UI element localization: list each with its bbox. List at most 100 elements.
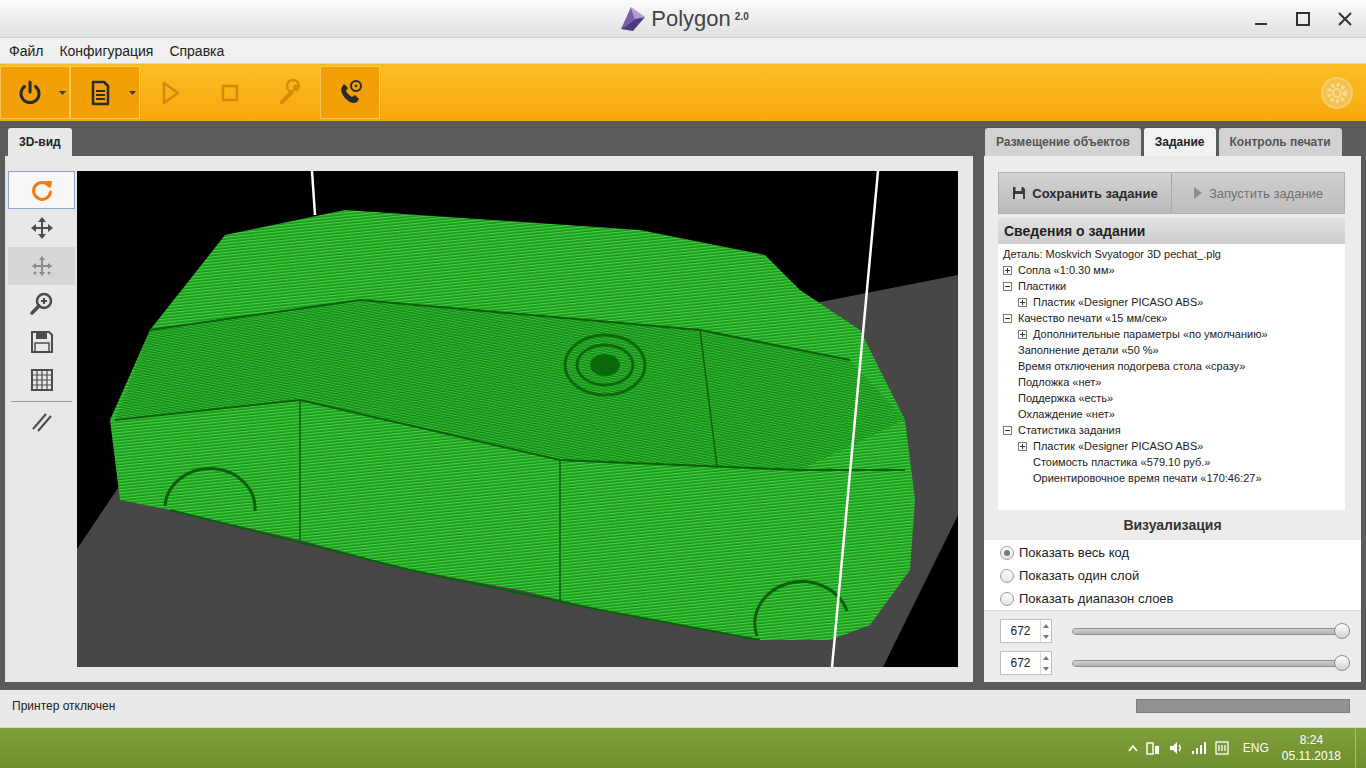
minimize-icon[interactable] — [1240, 1, 1282, 37]
layer-spinbox[interactable]: 672 — [1000, 651, 1052, 675]
model-3d-view[interactable] — [77, 171, 958, 667]
menu-item[interactable]: Конфигурация — [51, 43, 161, 59]
tree-text: Пластик «Designer PICASO ABS» — [1033, 296, 1203, 308]
toolbar-button[interactable] — [320, 66, 380, 119]
speaker-icon[interactable] — [1168, 740, 1184, 756]
view-tool[interactable] — [8, 361, 75, 399]
layer-value: 672 — [1001, 620, 1040, 642]
device-icon[interactable] — [1145, 740, 1161, 756]
window-controls — [1240, 1, 1366, 37]
mode-label: Показать один слой — [1019, 568, 1139, 583]
slider-thumb[interactable] — [1334, 655, 1350, 671]
button-content — [275, 78, 305, 108]
button-label: Запустить задание — [1209, 186, 1323, 201]
dropdown-arrow-icon[interactable] — [129, 90, 136, 96]
tree-text: Деталь: Moskvich Svyatogor 3D pechat_.pl… — [1003, 248, 1221, 260]
spin-up-icon[interactable] — [1041, 620, 1051, 631]
radio-button[interactable] — [1000, 546, 1014, 560]
title-bar: Polygon2.0 — [0, 0, 1366, 38]
expand-icon[interactable] — [1018, 298, 1027, 307]
tree-row: Заполнение детали «50 %» — [998, 342, 1345, 358]
slider-thumb[interactable] — [1334, 623, 1350, 639]
view-tool[interactable] — [8, 171, 75, 209]
show-desktop-button[interactable] — [1355, 728, 1360, 768]
tree-row[interactable]: Качество печати «15 мм/сек» — [998, 310, 1345, 326]
minus-bar — [1005, 430, 1010, 431]
spin-down-icon[interactable] — [1041, 663, 1051, 674]
tree-row: Ориентировочное время печати «170:46:27» — [998, 470, 1345, 486]
clock-date: 05.11.2018 — [1282, 748, 1341, 764]
tree-row: Деталь: Moskvich Svyatogor 3D pechat_.pl… — [998, 246, 1345, 262]
printer-status: Принтер отключен — [0, 690, 115, 713]
clock[interactable]: 8:2405.11.2018 — [1282, 732, 1341, 764]
view-tool[interactable] — [8, 209, 75, 247]
network-icon[interactable] — [1191, 740, 1207, 756]
mode-label: Показать весь код — [1019, 545, 1129, 560]
app-logo: Polygon2.0 — [617, 5, 748, 33]
button-content — [15, 78, 66, 108]
panel-tab[interactable]: Контроль печати — [1219, 128, 1342, 156]
tree-row[interactable]: Пластик «Designer PICASO ABS» — [998, 294, 1345, 310]
sync-tray-icon[interactable] — [1214, 740, 1230, 756]
document-icon — [85, 78, 115, 108]
tab-label: 3D-вид — [19, 135, 61, 149]
spin-down-icon[interactable] — [1041, 631, 1051, 642]
tree-text: Статистика задания — [1018, 424, 1121, 436]
expand-icon[interactable] — [1018, 442, 1027, 451]
mode-option[interactable]: Показать один слой — [1000, 564, 1361, 587]
radio-button[interactable] — [1000, 569, 1014, 583]
layer-slider[interactable] — [1072, 660, 1347, 667]
view-tool[interactable] — [8, 403, 75, 441]
play-icon — [1193, 186, 1203, 200]
plus-bar — [1022, 332, 1023, 337]
mode-option[interactable]: Показать диапазон слоев — [1000, 587, 1361, 610]
job-panel: Размещение объектов Задание Контроль печат… — [984, 128, 1361, 682]
tree-row[interactable]: Сопла «1:0.30 мм» — [998, 262, 1345, 278]
button-label: Сохранить задание — [1032, 186, 1157, 201]
collapse-icon[interactable] — [1003, 314, 1012, 323]
tree-row[interactable]: Пластик «Designer PICASO ABS» — [998, 438, 1345, 454]
slice-icon — [29, 409, 55, 435]
view-tool[interactable] — [8, 285, 75, 323]
layer-slider[interactable] — [1072, 628, 1347, 635]
view-tool[interactable] — [8, 323, 75, 361]
tree-row[interactable]: Дополнительные параметры «по умолчанию» — [998, 326, 1345, 342]
tree-text: Качество печати «15 мм/сек» — [1018, 312, 1167, 324]
tree-row: Поддержка «есть» — [998, 390, 1345, 406]
expand-icon[interactable] — [1018, 330, 1027, 339]
toolbar-button[interactable] — [70, 66, 140, 119]
tree-row[interactable]: Статистика задания — [998, 422, 1345, 438]
view-tool[interactable] — [8, 247, 75, 285]
view-tools — [8, 171, 75, 667]
tree-row[interactable]: Пластики — [998, 278, 1345, 294]
view-tab[interactable]: 3D-вид — [8, 128, 72, 156]
panel-tab[interactable]: Размещение объектов — [985, 128, 1141, 156]
save-job-button[interactable]: Сохранить задание — [999, 173, 1171, 213]
dropdown-arrow-icon[interactable] — [59, 90, 66, 96]
tab-label: Задание — [1155, 135, 1205, 149]
maximize-icon[interactable] — [1282, 1, 1324, 37]
close-icon[interactable] — [1324, 1, 1366, 37]
save-view-icon — [29, 329, 55, 355]
visualization-modes: Показать весь код Показать один слой Показ… — [984, 540, 1361, 611]
menu-item[interactable]: Файл — [1, 43, 51, 59]
expand-icon[interactable] — [1003, 266, 1012, 275]
tray-expand-icon[interactable] — [1128, 744, 1138, 752]
menu-item[interactable]: Справка — [161, 43, 232, 59]
progress-bar — [1136, 699, 1350, 713]
plus-bar — [1022, 300, 1023, 305]
collapse-icon[interactable] — [1003, 426, 1012, 435]
tree-text: Стоимость пластика «579.10 руб.» — [1033, 456, 1210, 468]
spin-up-icon[interactable] — [1041, 652, 1051, 663]
sync-status — [1320, 76, 1354, 110]
layer-spinbox[interactable]: 672 — [1000, 619, 1052, 643]
radio-button[interactable] — [1000, 592, 1014, 606]
collapse-icon[interactable] — [1003, 282, 1012, 291]
panel-tab[interactable]: Задание — [1144, 128, 1216, 156]
minus-bar — [1005, 286, 1010, 287]
toolbar-button[interactable] — [0, 66, 70, 119]
input-language[interactable]: ENG — [1243, 741, 1269, 755]
mode-option[interactable]: Показать весь код — [1000, 541, 1361, 564]
spin-arrows — [1040, 652, 1051, 674]
job-tabs: Размещение объектов Задание Контроль печат… — [984, 128, 1361, 156]
